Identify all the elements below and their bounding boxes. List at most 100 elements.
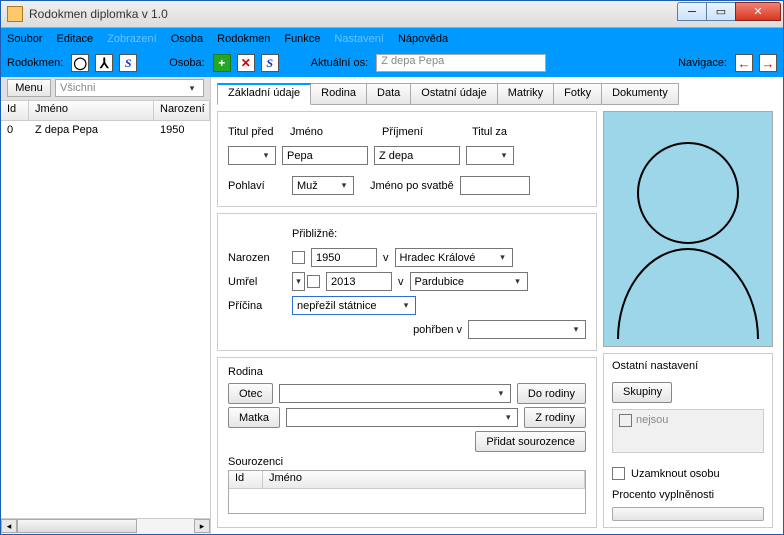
skupiny-button[interactable]: Skupiny: [612, 382, 672, 403]
list-header: Id Jméno Narození: [1, 101, 210, 121]
umrel-year-input[interactable]: [326, 272, 392, 291]
rodina-title: Rodina: [228, 366, 586, 378]
lbl-v2: v: [398, 276, 404, 288]
otec-select[interactable]: ▾: [279, 384, 511, 403]
narozen-year-input[interactable]: [311, 248, 377, 267]
pridat-sourozence-button[interactable]: Přidat sourozence: [475, 431, 586, 452]
titlebar: Rodokmen diplomka v 1.0 ─ ▭ ✕: [1, 1, 783, 28]
lbl-titul-za: Titul za: [472, 126, 507, 138]
scroll-thumb[interactable]: [17, 519, 137, 533]
toolbar-navigace-label: Navigace:: [678, 57, 727, 69]
list-menu-button[interactable]: Menu: [7, 79, 51, 97]
app-icon: [7, 6, 23, 22]
tab-rodina[interactable]: Rodina: [310, 83, 367, 105]
umrel-approx-select[interactable]: ▾: [292, 272, 305, 291]
narozen-approx-checkbox[interactable]: [292, 251, 305, 264]
list-row[interactable]: 0 Z depa Pepa 1950: [1, 121, 210, 139]
prijmeni-input[interactable]: [374, 146, 460, 165]
umrel-misto-select[interactable]: Pardubice▾: [410, 272, 528, 291]
lbl-narozen: Narozen: [228, 252, 286, 264]
toolbar-rodokmen-label: Rodokmen:: [7, 57, 63, 69]
scroll-right-icon[interactable]: ▸: [194, 519, 210, 533]
menu-osoba[interactable]: Osoba: [171, 33, 203, 45]
lbl-titul-pred: Titul před: [228, 126, 278, 138]
lbl-umrel: Umřel: [228, 276, 286, 288]
menu-zobrazeni: Zobrazení: [107, 33, 157, 45]
tree-s-icon[interactable]: S: [119, 54, 137, 72]
lbl-jmeno: Jméno: [290, 126, 370, 138]
lbl-pohrben: pohřben v: [413, 324, 462, 336]
tab-zakladni-udaje[interactable]: Základní údaje: [217, 83, 311, 105]
close-button[interactable]: ✕: [735, 2, 781, 21]
list-h-scrollbar[interactable]: ◂ ▸: [1, 518, 210, 534]
skupiny-list: nejsou: [612, 409, 764, 453]
tree-branch-icon[interactable]: ⅄: [95, 54, 113, 72]
avatar-placeholder: [603, 111, 773, 347]
umrel-approx-checkbox[interactable]: [307, 275, 320, 288]
maximize-button[interactable]: ▭: [706, 2, 736, 21]
rodina-panel: Rodina Otec ▾ Do rodiny Matka ▾ Z rodiny: [217, 357, 597, 528]
lbl-procento: Procento vyplněnosti: [612, 489, 764, 501]
tab-ostatni-udaje[interactable]: Ostatní údaje: [410, 83, 497, 105]
pohrben-select[interactable]: ▾: [468, 320, 586, 339]
menu-funkce[interactable]: Funkce: [284, 33, 320, 45]
pricina-select[interactable]: nepřežil státnice▾: [292, 296, 416, 315]
menu-nastaveni: Nastavení: [334, 33, 384, 45]
col-id[interactable]: Id: [1, 101, 29, 120]
list-filter-select[interactable]: Všichni▾: [55, 79, 204, 97]
toolbar-osoba-label: Osoba:: [169, 57, 204, 69]
delete-person-icon[interactable]: ✕: [237, 54, 255, 72]
tab-data[interactable]: Data: [366, 83, 411, 105]
person-silhouette-icon: [613, 119, 763, 339]
person-s-icon[interactable]: S: [261, 54, 279, 72]
tab-dokumenty[interactable]: Dokumenty: [601, 83, 679, 105]
lbl-sourozenci: Sourozenci: [228, 456, 586, 468]
lbl-pohlavi: Pohlaví: [228, 180, 286, 192]
jmeno-input[interactable]: [282, 146, 368, 165]
add-person-icon[interactable]: +: [213, 54, 231, 72]
col-jmeno[interactable]: Jméno: [29, 101, 154, 120]
nav-back-icon[interactable]: ←: [735, 54, 753, 72]
lbl-prijmeni: Příjmení: [382, 126, 460, 138]
menu-rodokmen[interactable]: Rodokmen: [217, 33, 270, 45]
titul-za-select[interactable]: ▾: [466, 146, 514, 165]
tab-matriky[interactable]: Matriky: [497, 83, 554, 105]
tab-fotky[interactable]: Fotky: [553, 83, 602, 105]
uzamknout-checkbox[interactable]: [612, 467, 625, 480]
window-title: Rodokmen diplomka v 1.0: [29, 7, 678, 21]
col-narozeni[interactable]: Narození: [154, 101, 210, 120]
person-list-pane: Menu Všichni▾ Id Jméno Narození 0 Z depa…: [1, 77, 211, 534]
menubar: Soubor Editace Zobrazení Osoba Rodokmen …: [1, 28, 783, 49]
nav-forward-icon[interactable]: →: [759, 54, 777, 72]
narozen-misto-select[interactable]: Hradec Králové▾: [395, 248, 513, 267]
lbl-uzamknout: Uzamknout osobu: [631, 468, 720, 480]
lbl-priblizne: Přibližně:: [292, 228, 337, 240]
toolbar: Rodokmen: ◯ ⅄ S Osoba: + ✕ S Aktuální os…: [1, 50, 783, 77]
menu-napoveda[interactable]: Nápověda: [398, 33, 448, 45]
toolbar-aktualni-label: Aktuální os:: [311, 57, 368, 69]
tabs: Základní údaje Rodina Data Ostatní údaje…: [217, 83, 773, 105]
dates-panel: Přibližně: Narozen v Hradec Králové▾ Umř…: [217, 213, 597, 351]
lbl-v1: v: [383, 252, 389, 264]
completeness-progress: [612, 507, 764, 521]
z-rodiny-button[interactable]: Z rodiny: [524, 407, 586, 428]
jmeno-po-svatbe-input[interactable]: [460, 176, 530, 195]
ostatni-title: Ostatní nastavení: [612, 360, 764, 372]
matka-button[interactable]: Matka: [228, 407, 280, 428]
otec-button[interactable]: Otec: [228, 383, 273, 404]
titul-pred-select[interactable]: ▾: [228, 146, 276, 165]
do-rodiny-button[interactable]: Do rodiny: [517, 383, 586, 404]
lbl-pricina: Příčina: [228, 300, 286, 312]
tree-circle-icon[interactable]: ◯: [71, 54, 89, 72]
minimize-button[interactable]: ─: [677, 2, 707, 21]
ostatni-nastaveni-group: Ostatní nastavení Skupiny nejsou Uzamkno…: [603, 353, 773, 528]
matka-select[interactable]: ▾: [286, 408, 518, 427]
sib-col-id[interactable]: Id: [229, 471, 263, 488]
sib-col-jmeno[interactable]: Jméno: [263, 471, 585, 488]
current-person-field[interactable]: Z depa Pepa: [376, 54, 546, 72]
menu-soubor[interactable]: Soubor: [7, 33, 42, 45]
scroll-left-icon[interactable]: ◂: [1, 519, 17, 533]
sourozenci-table: Id Jméno: [228, 470, 586, 514]
pohlavi-select[interactable]: Muž▾: [292, 176, 354, 195]
menu-editace[interactable]: Editace: [56, 33, 93, 45]
